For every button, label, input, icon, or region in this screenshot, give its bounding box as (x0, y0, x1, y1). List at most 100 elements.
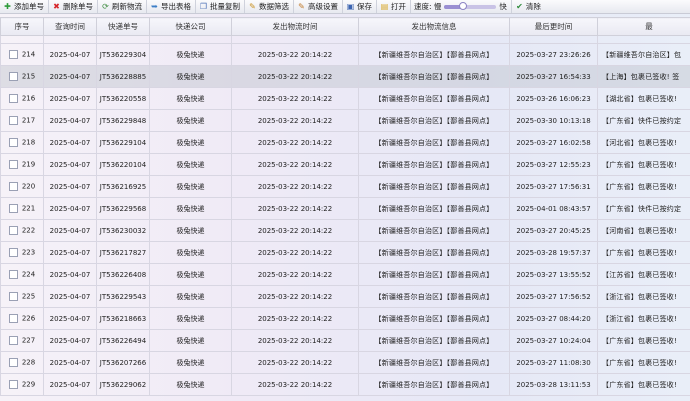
row-checkbox[interactable] (8, 138, 18, 147)
open-button[interactable]: ▤ 打开 (377, 0, 411, 13)
header-query-time[interactable]: 查询时间 (43, 17, 97, 36)
row-checkbox[interactable] (8, 72, 18, 81)
add-tracking-label: 添加单号 (14, 2, 44, 11)
row-index: 216 (21, 94, 36, 103)
cell-last-info: 【上海】包裹已签收! 签 (597, 65, 690, 88)
cell-last-info: 【浙江省】包裹已签收! (597, 307, 690, 330)
header-tracking-number[interactable]: 快递单号 (96, 17, 150, 36)
row-checkbox[interactable] (8, 270, 18, 279)
table-row[interactable]: 224 2025-04-07 JT536226408 极兔快递 2025-03-22 2… (0, 263, 690, 286)
row-checkbox[interactable] (8, 50, 18, 59)
open-icon: ▤ (380, 2, 389, 11)
cell-index: 223 (0, 241, 44, 264)
cell-company: 极兔快递 (149, 351, 232, 374)
table-row[interactable]: 228 2025-04-07 JT536207266 极兔快递 2025-03-22 2… (0, 351, 690, 374)
toolbar: ✚ 添加单号 ✖ 删除单号 ⟳ 刷新物流 ➥ 导出表格 ❐ 批量复制 ✎ 数据筛… (0, 0, 690, 14)
cell-company: 极兔快递 (149, 219, 232, 242)
row-checkbox[interactable] (8, 314, 18, 323)
cell-company: 极兔快递 (149, 329, 232, 352)
cell-ship-info: 【新疆维吾尔自治区】【鄯善县网点】 (358, 351, 510, 374)
row-checkbox[interactable] (8, 204, 18, 213)
header-index[interactable]: 序号 (0, 17, 44, 36)
cell-tracking-number: JT536207266 (96, 351, 150, 374)
cell-index: 217 (0, 109, 44, 132)
row-checkbox[interactable] (8, 358, 18, 367)
cell-ship-info: 【新疆维吾尔自治区】【鄯善县网点】 (358, 65, 510, 88)
row-checkbox[interactable] (8, 160, 18, 169)
cell-last-update-time: 2025-03-27 17:56:52 (509, 285, 598, 308)
row-index: 217 (21, 116, 36, 125)
row-checkbox[interactable] (8, 116, 18, 125)
cell-ship-info: 【新疆维吾尔自治区】【鄯善县网点】 (358, 307, 510, 330)
table-row[interactable]: 218 2025-04-07 JT536229104 极兔快递 2025-03-22 2… (0, 131, 690, 154)
table-row[interactable]: 226 2025-04-07 JT536218663 极兔快递 2025-03-22 2… (0, 307, 690, 330)
add-tracking-button[interactable]: ✚ 添加单号 (0, 0, 49, 13)
export-table-button[interactable]: ➥ 导出表格 (147, 0, 196, 13)
batch-copy-button[interactable]: ❐ 批量复制 (196, 0, 245, 13)
cell-last-update-time: 2025-03-27 12:55:23 (509, 153, 598, 176)
table-row[interactable]: 229 2025-04-07 JT536229062 极兔快递 2025-03-22 2… (0, 373, 690, 396)
row-index: 220 (21, 182, 36, 191)
header-ship-time[interactable]: 发出物流时间 (231, 17, 359, 36)
table-row[interactable]: 217 2025-04-07 JT536229848 极兔快递 2025-03-22 2… (0, 109, 690, 132)
table-row[interactable]: 227 2025-04-07 JT536226494 极兔快递 2025-03-22 2… (0, 329, 690, 352)
refresh-logistics-button[interactable]: ⟳ 刷新物流 (98, 0, 147, 13)
cell-last-info: 【江苏省】包裹已签收! (597, 263, 690, 286)
header-ship-info[interactable]: 发出物流信息 (358, 17, 510, 36)
cell-index: 226 (0, 307, 44, 330)
table-row[interactable]: 219 2025-04-07 JT536220104 极兔快递 2025-03-22 2… (0, 153, 690, 176)
table-row[interactable]: 220 2025-04-07 JT536216925 极兔快递 2025-03-22 2… (0, 175, 690, 198)
copy-icon: ❐ (199, 2, 208, 11)
cell-index: 215 (0, 65, 44, 88)
row-checkbox[interactable] (8, 380, 18, 389)
cell-company: 极兔快递 (149, 87, 232, 110)
row-index: 228 (21, 358, 36, 367)
save-button[interactable]: ▣ 保存 (343, 0, 377, 13)
data-filter-button[interactable]: ✎ 数据筛选 (245, 0, 294, 13)
table-row[interactable]: 221 2025-04-07 JT536229568 极兔快递 2025-03-22 2… (0, 197, 690, 220)
clear-button[interactable]: ✔ 清除 (510, 0, 545, 13)
header-company[interactable]: 快递公司 (149, 17, 232, 36)
cell-company: 极兔快递 (149, 65, 232, 88)
header-last-update-time[interactable]: 最后更时间 (509, 17, 598, 36)
row-index: 214 (21, 50, 36, 59)
table-row[interactable]: 214 2025-04-07 JT536229304 极兔快递 2025-03-22 2… (0, 43, 690, 66)
advanced-settings-button[interactable]: ✎ 高级设置 (294, 0, 343, 13)
cell-query-time: 2025-04-07 (43, 65, 97, 88)
cell-query-time: 2025-04-07 (43, 263, 97, 286)
speed-slider-knob[interactable] (458, 1, 467, 10)
cell-tracking-number: JT536230032 (96, 219, 150, 242)
save-label: 保存 (357, 2, 372, 11)
delete-tracking-button[interactable]: ✖ 删除单号 (49, 0, 98, 13)
cell-index: 219 (0, 153, 44, 176)
table-row[interactable]: 216 2025-04-07 JT536220558 极兔快递 2025-03-22 2… (0, 87, 690, 110)
cell-query-time: 2025-04-07 (43, 241, 97, 264)
row-checkbox[interactable] (8, 182, 18, 191)
speed-slider[interactable] (444, 1, 497, 10)
table-row[interactable]: 223 2025-04-07 JT536217827 极兔快递 2025-03-22 2… (0, 241, 690, 264)
cell-ship-time: 2025-03-22 20:14:22 (231, 131, 359, 154)
clear-label: 清除 (525, 2, 541, 11)
cell-last-update-time: 2025-04-01 08:43:57 (509, 197, 598, 220)
cell-ship-time: 2025-03-22 20:14:22 (231, 219, 359, 242)
row-index: 225 (21, 292, 36, 301)
row-checkbox[interactable] (8, 226, 18, 235)
cell-company: 极兔快递 (149, 285, 232, 308)
table-row[interactable]: 225 2025-04-07 JT536229543 极兔快递 2025-03-22 2… (0, 285, 690, 308)
row-checkbox[interactable] (8, 248, 18, 257)
cell-tracking-number: JT536217827 (96, 241, 150, 264)
cell-last-update-time: 2025-03-27 16:54:33 (509, 65, 598, 88)
table-row[interactable]: 222 2025-04-07 JT536230032 极兔快递 2025-03-22 2… (0, 219, 690, 242)
row-checkbox[interactable] (8, 336, 18, 345)
refresh-logistics-label: 刷新物流 (112, 2, 142, 11)
cell-index: 216 (0, 87, 44, 110)
cell-company: 极兔快递 (149, 131, 232, 154)
cell-last-info: 【广东省】包裹已签收! (597, 329, 690, 352)
cell-index: 224 (0, 263, 44, 286)
cell-query-time: 2025-04-07 (43, 87, 97, 110)
header-last-info[interactable]: 最 (597, 17, 690, 36)
row-checkbox[interactable] (8, 94, 18, 103)
row-checkbox[interactable] (8, 292, 18, 301)
row-index: 227 (21, 336, 36, 345)
table-row[interactable]: 215 2025-04-07 JT536228885 极兔快递 2025-03-22 2… (0, 65, 690, 88)
